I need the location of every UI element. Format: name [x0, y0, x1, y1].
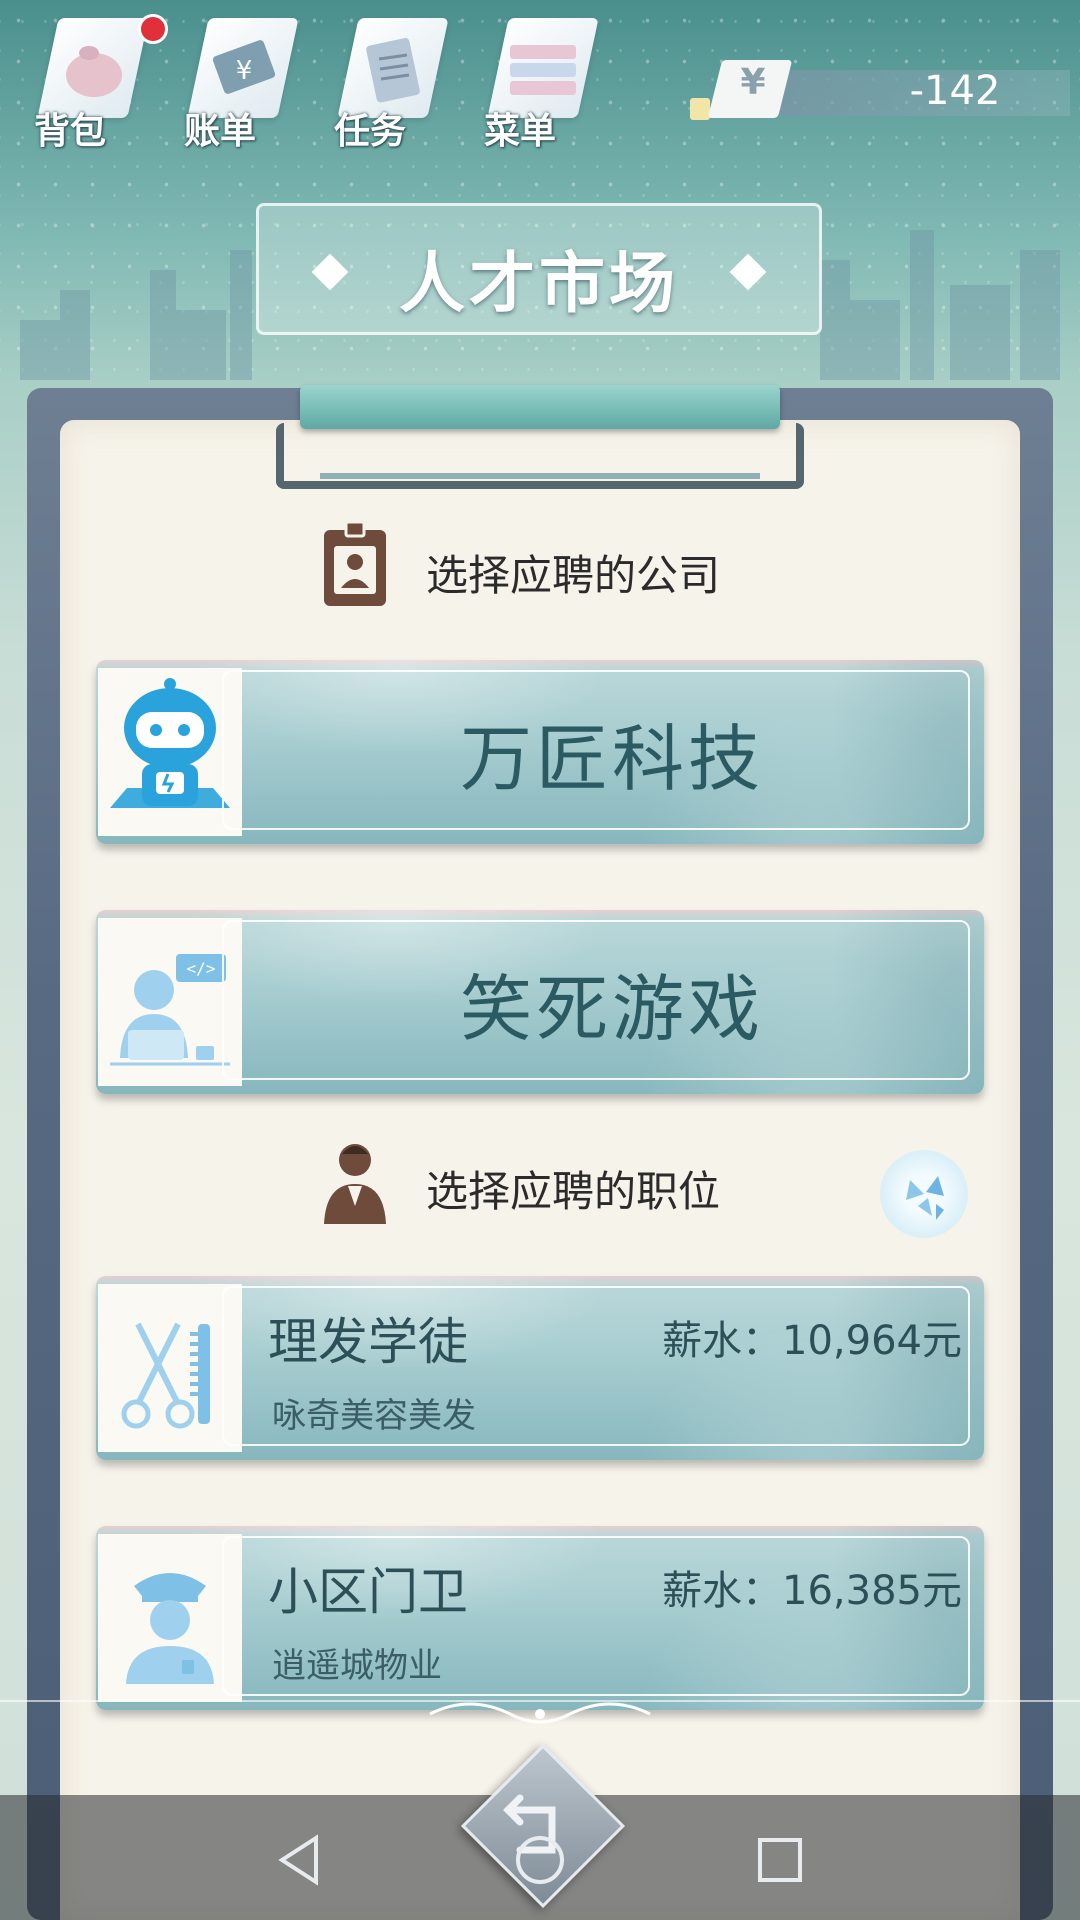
nav-label-menu: 菜单 — [484, 111, 557, 152]
id-badge-icon — [320, 520, 390, 610]
job-salary: 薪水：10,964元 — [662, 1318, 962, 1364]
company-card-xiaosi[interactable]: </> 笑死游戏 — [96, 910, 984, 1094]
job-card-guard[interactable]: 小区门卫 薪水：16,385元 逍遥城物业 — [96, 1526, 984, 1710]
job-card-barber[interactable]: 理发学徒 薪水：10,964元 咏奇美容美发 — [96, 1276, 984, 1460]
nav-item-menu[interactable]: 菜单 — [470, 10, 600, 160]
nav-item-backpack[interactable]: 背包 — [20, 10, 168, 160]
money-display: ¥ -142 — [690, 60, 1070, 120]
coin-icon — [690, 98, 710, 120]
section-heading-text: 选择应聘的职位 — [426, 1167, 721, 1216]
programmer-icon: </> — [98, 918, 242, 1086]
job-company: 逍遥城物业 — [272, 1646, 442, 1686]
system-home-icon[interactable] — [510, 1830, 570, 1890]
person-icon — [320, 1136, 390, 1226]
clipboard-clip — [276, 385, 804, 491]
system-back-icon[interactable] — [270, 1830, 330, 1890]
bill-icon: ¥ — [204, 30, 284, 110]
backpack-icon — [54, 30, 134, 110]
page-title: 人才市场 — [399, 245, 679, 322]
company-card-wanjiang[interactable]: 万匠科技 — [96, 660, 984, 844]
yen-icon: ¥ — [740, 62, 766, 103]
system-recents-icon[interactable] — [750, 1830, 810, 1890]
top-nav: 背包 ¥ 账单 任务 菜单 — [20, 10, 640, 160]
scroll-ornament — [410, 1694, 670, 1734]
butterfly-icon[interactable] — [880, 1150, 968, 1238]
nav-label-task: 任务 — [334, 111, 407, 152]
security-guard-icon — [98, 1534, 242, 1702]
nav-item-task[interactable]: 任务 — [320, 10, 450, 160]
job-company: 咏奇美容美发 — [272, 1396, 476, 1436]
notification-badge — [138, 14, 168, 44]
page-title-box: 人才市场 — [256, 203, 822, 335]
nav-item-bill[interactable]: ¥ 账单 — [170, 10, 300, 160]
menu-icon — [504, 30, 584, 110]
job-title: 理发学徒 — [268, 1313, 468, 1371]
company-name: 笑死游戏 — [459, 967, 764, 1051]
job-salary: 薪水：16,385元 — [662, 1568, 962, 1614]
task-icon — [354, 30, 434, 110]
section-heading-text: 选择应聘的公司 — [426, 551, 721, 600]
money-value: -142 — [909, 68, 1001, 114]
nav-label-bill: 账单 — [184, 111, 257, 152]
company-name: 万匠科技 — [459, 717, 764, 801]
scissors-comb-icon — [98, 1284, 242, 1452]
robot-icon — [98, 668, 242, 836]
nav-label-backpack: 背包 — [34, 111, 107, 152]
svg-text:¥: ¥ — [236, 56, 253, 86]
svg-text:</>: </> — [187, 959, 216, 978]
job-title: 小区门卫 — [268, 1563, 468, 1621]
